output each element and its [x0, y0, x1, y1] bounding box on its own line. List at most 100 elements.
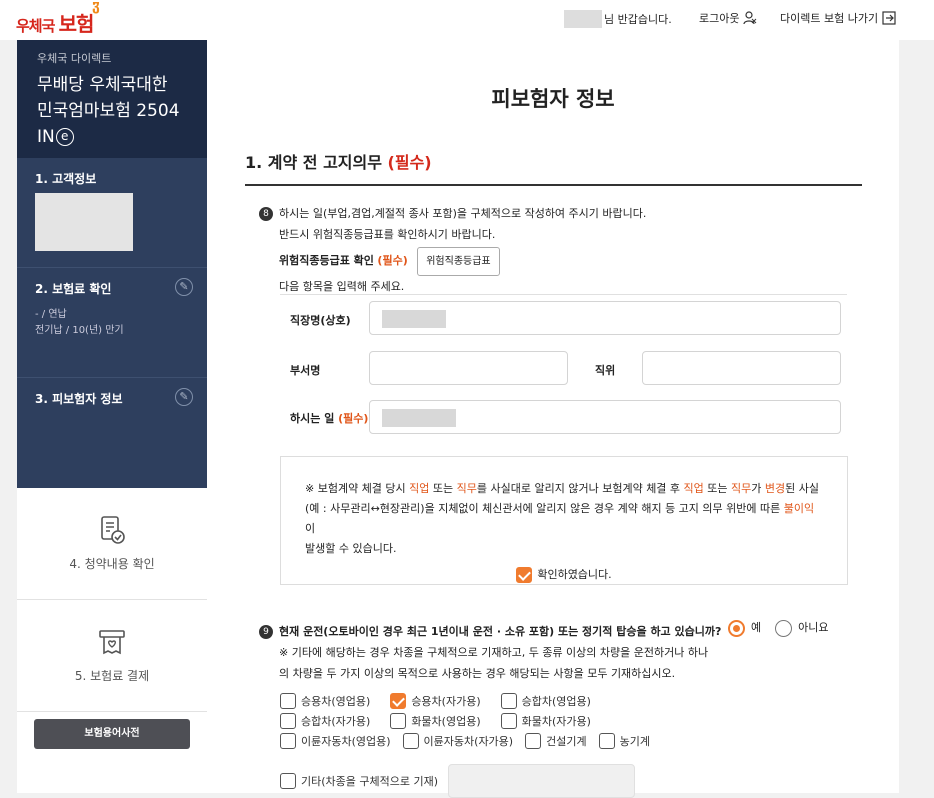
workplace-label: 직장명(상호) [290, 314, 351, 327]
product-sub: 우체국 다이렉트 [37, 52, 112, 65]
vehicle-option[interactable]: 승용차(자가용) [390, 693, 481, 709]
masked-job-value [382, 409, 456, 427]
steps-completed: 1. 고객정보 2. 보험료 확인 ✎ - / 연납 전기납 / 10(년) 만… [17, 158, 207, 488]
disclosure-notice: ※ 보험계약 체결 당시 직업 또는 직무를 사실대로 알리지 않거나 보험계약… [280, 456, 848, 585]
payment-cycle: - / 연납 [35, 309, 67, 320]
section-title-text: 1. 계약 전 고지의무 [245, 153, 382, 172]
department-label: 부서명 [290, 364, 321, 377]
step-label: 1. 고객정보 [35, 172, 97, 186]
drive-no-radio[interactable] [775, 619, 793, 637]
vehicle-label: 화물차(영업용) [411, 715, 481, 728]
vehicle-checkbox[interactable] [390, 693, 407, 709]
vehicle-option[interactable]: 승합차(자가용) [280, 713, 370, 729]
department-input[interactable] [369, 351, 568, 385]
vehicle-label: 건설기계 [546, 735, 587, 748]
question-number-badge: 8 [259, 207, 273, 221]
document-check-icon [101, 516, 125, 544]
job-label: 하시는 일 (필수) [290, 410, 368, 426]
greeting-text: 님 반갑습니다. [604, 13, 672, 26]
vehicle-checkbox[interactable] [390, 713, 407, 729]
notice-confirm-label: 확인하였습니다. [537, 568, 612, 581]
exit-icon [882, 11, 896, 25]
vehicle-checkbox[interactable] [280, 693, 296, 709]
sidebar: 우체국 다이렉트 무배당 우체국대한 민국엄마보험 2504 IN e 1. 고객… [17, 40, 207, 793]
sidebar-step-customer-info[interactable]: 1. 고객정보 [17, 158, 207, 268]
vehicle-label: 농기계 [619, 735, 650, 748]
vehicle-option[interactable]: 화물차(자가용) [500, 713, 591, 729]
pencil-icon[interactable]: ✎ [175, 278, 193, 296]
vehicle-option[interactable]: 농기계 [598, 733, 650, 749]
vehicle-label: 화물차(자가용) [521, 715, 591, 728]
vehicle-row-3: 이륜자동차(영업용) 이륜자동차(자가용) 건설기계 농기계 [280, 733, 650, 749]
drive-yes-radio[interactable] [728, 619, 745, 637]
question-number-badge: 9 [259, 625, 273, 639]
q9-question: 현재 운전(오토바이인 경우 최근 1년이내 운전 · 소유 포함) 또는 정기… [279, 625, 722, 638]
grade-table-button[interactable]: 위험직종등급표 [417, 247, 500, 276]
vehicle-checkbox[interactable] [280, 713, 296, 729]
greeting: 님 반갑습니다. [564, 10, 672, 28]
vehicle-option[interactable]: 승합차(영업용) [500, 693, 591, 709]
vehicle-label: 승합차(영업용) [521, 695, 591, 708]
step-label: 5. 보험료 결제 [74, 669, 150, 683]
sidebar-step-premium-check[interactable]: 2. 보험료 확인 ✎ - / 연납 전기납 / 10(년) 만기 [17, 268, 207, 378]
sidebar-step-payment[interactable]: 5. 보험료 결제 [17, 600, 207, 712]
logout-label: 로그아웃 [699, 12, 740, 25]
drive-no-label: 아니요 [798, 621, 829, 634]
job-label-text: 하시는 일 [290, 412, 335, 425]
vehicle-row-2: 승합차(자가용) 화물차(영업용) 화물차(자가용) [280, 713, 591, 729]
q9-note-line1: ※ 기타에 해당하는 경우 차종을 구체적으로 기재하고, 두 종류 이상의 차… [279, 646, 709, 659]
logo[interactable]: 우체국 보험 ჳ [16, 0, 100, 37]
vehicle-label: 승용차(영업용) [301, 695, 371, 708]
logo-text-small: 우체국 [16, 17, 55, 35]
exit-label: 다이렉트 보험 나가기 [780, 12, 879, 25]
product-name-line2: 민국엄마보험 2504 [37, 101, 180, 121]
vehicle-label: 승합차(자가용) [301, 715, 371, 728]
vehicle-checkbox[interactable] [402, 733, 419, 749]
product-header: 우체국 다이렉트 무배당 우체국대한 민국엄마보험 2504 IN e [17, 40, 207, 158]
vehicle-checkbox[interactable] [500, 693, 517, 709]
product-name-line3: IN [37, 127, 55, 147]
steps-pending: 4. 청약내용 확인 5. 보험료 결제 [17, 488, 207, 712]
product-name-line1: 무배당 우체국대한 [37, 75, 168, 95]
drive-no-option[interactable]: 아니요 [775, 619, 829, 637]
sidebar-step-insured-info[interactable]: 3. 피보험자 정보 ✎ [17, 378, 207, 488]
notice-confirm[interactable]: 확인하였습니다. [305, 565, 823, 585]
vehicle-option[interactable]: 건설기계 [525, 733, 587, 749]
top-bar: 우체국 보험 ჳ 님 반갑습니다. 로그아웃 다이렉트 보험 나가기 [0, 0, 934, 40]
section-divider [245, 184, 862, 186]
vehicle-checkbox[interactable] [598, 733, 615, 749]
vehicle-option[interactable]: 화물차(영업용) [390, 713, 481, 729]
vehicle-checkbox[interactable] [280, 733, 296, 749]
logo-text-big: 보험 [58, 12, 95, 36]
q8-line2: 반드시 위험직종등급표를 확인하시기 바랍니다. [279, 228, 496, 241]
logo-mark-icon: ჳ [92, 0, 100, 14]
q9-note-line2: 의 차량을 두 가지 이상의 목적으로 사용하는 경우 해당되는 사항을 모두 … [279, 667, 676, 680]
pencil-icon[interactable]: ✎ [175, 388, 193, 406]
workplace-input[interactable] [369, 301, 841, 335]
vehicle-checkbox[interactable] [525, 733, 542, 749]
vehicle-option[interactable]: 이륜자동차(영업용) [280, 733, 391, 749]
vehicle-label: 승용차(자가용) [411, 695, 481, 708]
drive-yes-label: 예 [751, 621, 762, 634]
job-input[interactable] [369, 400, 841, 434]
insurance-dictionary-button[interactable]: 보험용어사전 [34, 719, 190, 749]
position-input[interactable] [642, 351, 841, 385]
vehicle-checkbox[interactable] [500, 713, 517, 729]
notice-confirm-checkbox[interactable] [516, 567, 533, 583]
section-title: 1. 계약 전 고지의무 (필수) [245, 149, 432, 173]
masked-customer-info [35, 193, 133, 251]
vehicle-option[interactable]: 이륜자동차(자가용) [402, 733, 513, 749]
sidebar-step-application-review[interactable]: 4. 청약내용 확인 [17, 488, 207, 600]
vehicle-option-other[interactable]: 기타(차종을 구체적으로 기재) [280, 773, 438, 789]
vehicle-label: 이륜자동차(영업용) [301, 735, 391, 748]
grade-table-confirm-label: 위험직종등급표 확인 [279, 254, 374, 267]
payment-term: 전기납 / 10(년) 만기 [35, 325, 124, 336]
section-required: (필수) [387, 153, 432, 172]
drive-yes-option[interactable]: 예 [728, 619, 761, 637]
step-label: 4. 청약내용 확인 [69, 557, 155, 571]
job-required: (필수) [338, 412, 369, 425]
vehicle-option[interactable]: 승용차(영업용) [280, 693, 370, 709]
vehicle-checkbox[interactable] [280, 773, 296, 789]
exit-direct-link[interactable]: 다이렉트 보험 나가기 [780, 10, 896, 26]
logout-link[interactable]: 로그아웃 [699, 10, 757, 26]
